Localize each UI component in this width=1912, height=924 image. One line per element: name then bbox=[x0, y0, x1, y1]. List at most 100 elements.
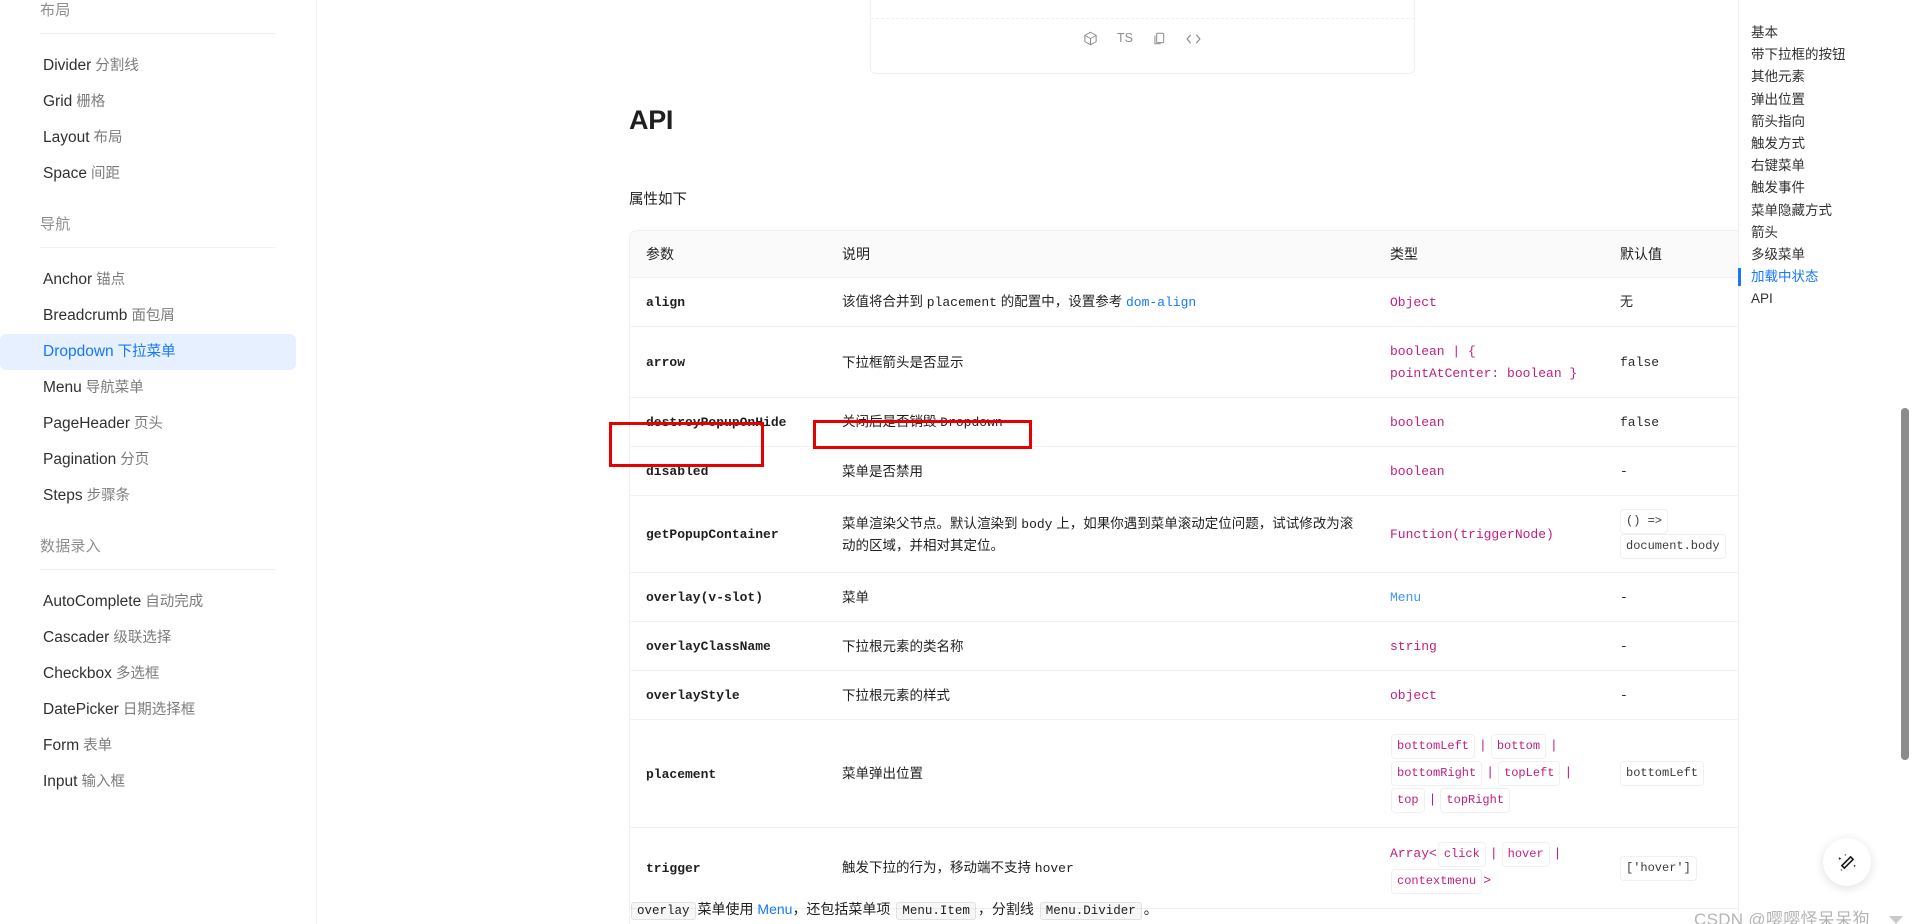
overlay-note-link[interactable]: Menu bbox=[757, 901, 792, 917]
toc-item[interactable]: 箭头指向 bbox=[1739, 111, 1912, 133]
sidebar-item-divider[interactable]: Divider 分割线 bbox=[0, 48, 296, 84]
sidebar-item-breadcrumb[interactable]: Breadcrumb 面包屑 bbox=[0, 298, 296, 334]
type-separator: | bbox=[1550, 738, 1558, 753]
toc-item[interactable]: 弹出位置 bbox=[1739, 89, 1912, 111]
sidebar-item-dropdown[interactable]: Dropdown 下拉菜单 bbox=[0, 334, 296, 370]
sidebar-item-checkbox[interactable]: Checkbox 多选框 bbox=[0, 656, 296, 692]
toc-item[interactable]: 触发方式 bbox=[1739, 133, 1912, 155]
table-row: trigger 触发下拉的行为，移动端不支持 hover Array< click | h… bbox=[630, 827, 1738, 909]
cell-type: string bbox=[1374, 621, 1604, 671]
toc-item[interactable]: 其他元素 bbox=[1739, 66, 1912, 88]
component-nav-sidebar[interactable]: 布局 Divider 分割线 Grid 栅格 Layout 布局 Space 间距导航 Ancho… bbox=[0, 0, 317, 924]
param-name: overlayStyle bbox=[646, 688, 740, 703]
typescript-icon[interactable]: TS bbox=[1117, 32, 1133, 45]
type-link[interactable]: Menu bbox=[1390, 590, 1421, 605]
magic-wand-float-button[interactable] bbox=[1823, 838, 1871, 886]
toc-item[interactable]: 右键菜单 bbox=[1739, 155, 1912, 177]
table-row: arrow 下拉框箭头是否显示 boolean | { pointAtCenter:… bbox=[630, 326, 1738, 398]
type-separator: | bbox=[1479, 738, 1487, 753]
codesandbox-icon[interactable] bbox=[1083, 31, 1098, 46]
sidebar-item-label-cn: 布局 bbox=[93, 130, 123, 146]
cell-default: 无 bbox=[1604, 277, 1738, 327]
cell-type: boolean bbox=[1374, 397, 1604, 447]
cell-default: - bbox=[1604, 446, 1738, 496]
toc-item[interactable]: 多级菜单 bbox=[1739, 244, 1912, 266]
watermark: CSDN @嘤嘤怪呆呆狗 bbox=[1694, 910, 1870, 924]
sidebar-item-label-cn: 日期选择框 bbox=[122, 702, 196, 718]
cell-type: boolean bbox=[1374, 909, 1604, 924]
sidebar-item-label: Breadcrumb bbox=[43, 307, 128, 324]
sidebar-item-label-cn: 步骤条 bbox=[86, 488, 131, 504]
cell-default: - bbox=[1604, 621, 1738, 671]
overlay-note-code3: Menu.Divider bbox=[1039, 902, 1142, 920]
sidebar-item-cascader[interactable]: Cascader 级联选择 bbox=[0, 620, 296, 656]
sidebar-item-pageheader[interactable]: PageHeader 页头 bbox=[0, 406, 296, 442]
sidebar-item-label: Checkbox bbox=[43, 665, 112, 682]
sidebar-item-autocomplete[interactable]: AutoComplete 自动完成 bbox=[0, 584, 296, 620]
cell-type: object bbox=[1374, 670, 1604, 720]
page-title: API bbox=[629, 105, 674, 135]
table-row: overlayClassName 下拉根元素的类名称 string - bbox=[630, 621, 1738, 671]
sidebar-item-input[interactable]: Input 输入框 bbox=[0, 764, 296, 800]
sidebar-item-pagination[interactable]: Pagination 分页 bbox=[0, 442, 296, 478]
sidebar-item-steps[interactable]: Steps 步骤条 bbox=[0, 478, 296, 514]
toc-item[interactable]: 触发事件 bbox=[1739, 177, 1912, 199]
type-separator: | bbox=[1564, 765, 1573, 780]
type-text: string bbox=[1390, 639, 1437, 654]
api-table-container: 参数 说明 类型 默认值 align 该值将合并到 placement 的配置中，… bbox=[629, 230, 1738, 924]
toc-item[interactable]: 带下拉框的按钮 bbox=[1739, 44, 1912, 66]
desc-text: 触发下拉的行为，移动端不支持 bbox=[842, 860, 1035, 875]
sidebar-item-datepicker[interactable]: DatePicker 日期选择框 bbox=[0, 692, 296, 728]
sidebar-item-label: Input bbox=[43, 773, 78, 790]
cell-param: align bbox=[630, 277, 826, 327]
sidebar-group-title: 导航 bbox=[40, 216, 71, 233]
toc-item[interactable]: 箭头 bbox=[1739, 222, 1912, 244]
demo-action-bar[interactable]: TS bbox=[871, 18, 1414, 58]
type-tag: bottomLeft bbox=[1391, 734, 1476, 759]
sidebar-item-grid[interactable]: Grid 栅格 bbox=[0, 84, 296, 120]
overlay-note-t3: ，分割线 bbox=[977, 901, 1038, 917]
param-name: disabled bbox=[646, 464, 709, 479]
sidebar-item-menu[interactable]: Menu 导航菜单 bbox=[0, 370, 296, 406]
cell-default: ['hover'] bbox=[1604, 827, 1738, 909]
cell-description: 关闭后是否销毁 Dropdown bbox=[826, 397, 1374, 447]
copy-icon[interactable] bbox=[1152, 31, 1166, 46]
desc-code: hover bbox=[1034, 861, 1074, 876]
cell-param: overlayClassName bbox=[630, 621, 826, 671]
sidebar-item-layout[interactable]: Layout 布局 bbox=[0, 120, 296, 156]
page-scrollbar[interactable] bbox=[1900, 0, 1910, 924]
toc-item[interactable]: API bbox=[1739, 288, 1912, 310]
desc-link[interactable]: dom-align bbox=[1126, 295, 1196, 310]
default-value: 无 bbox=[1620, 295, 1634, 310]
sidebar-item-label-cn: 面包屑 bbox=[131, 308, 175, 324]
table-of-contents[interactable]: 基本 带下拉框的按钮 其他元素 弹出位置 箭头指向 触发方式 右键菜单 触发事件 菜单隐藏方式箭… bbox=[1738, 0, 1912, 924]
type-tag: bottom bbox=[1490, 734, 1547, 759]
code-expand-icon[interactable] bbox=[1185, 33, 1202, 45]
cell-description: 菜单弹出位置 bbox=[826, 719, 1374, 828]
sidebar-item-form[interactable]: Form 表单 bbox=[0, 728, 296, 764]
toc-item[interactable]: 加载中状态 bbox=[1738, 266, 1912, 288]
scrollbar-thumb[interactable] bbox=[1901, 408, 1909, 760]
param-name: overlay(v-slot) bbox=[646, 590, 764, 605]
desc-text: 菜单是否禁用 bbox=[842, 463, 923, 479]
toc-item[interactable]: 菜单隐藏方式 bbox=[1739, 200, 1912, 222]
overlay-note-t2: ，还包括菜单项 bbox=[792, 901, 895, 917]
sidebar-item-label: Layout bbox=[43, 129, 90, 146]
main-content: 添加 loading 属性即可让按钮处于加载状态，最后两个按钮演示点击后进入加载… bbox=[317, 0, 1738, 924]
sidebar-item-label: Grid bbox=[43, 93, 73, 110]
desc-text: 关闭后是否销毁 bbox=[842, 414, 941, 429]
table-row: getPopupContainer 菜单渲染父节点。默认渲染到 body 上，如果… bbox=[630, 495, 1738, 573]
type-tag: click bbox=[1437, 842, 1486, 867]
sidebar-item-space[interactable]: Space 间距 bbox=[0, 156, 296, 192]
cell-default: false bbox=[1604, 326, 1738, 398]
cell-param: trigger bbox=[630, 827, 826, 909]
desc-text: 的配置中，设置参考 bbox=[996, 294, 1126, 309]
sidebar-item-anchor[interactable]: Anchor 锚点 bbox=[0, 262, 296, 298]
toc-item[interactable]: 基本 bbox=[1739, 22, 1912, 44]
sidebar-item-label: DatePicker bbox=[43, 701, 119, 718]
overlay-note-t1: 菜单使用 bbox=[697, 901, 758, 917]
